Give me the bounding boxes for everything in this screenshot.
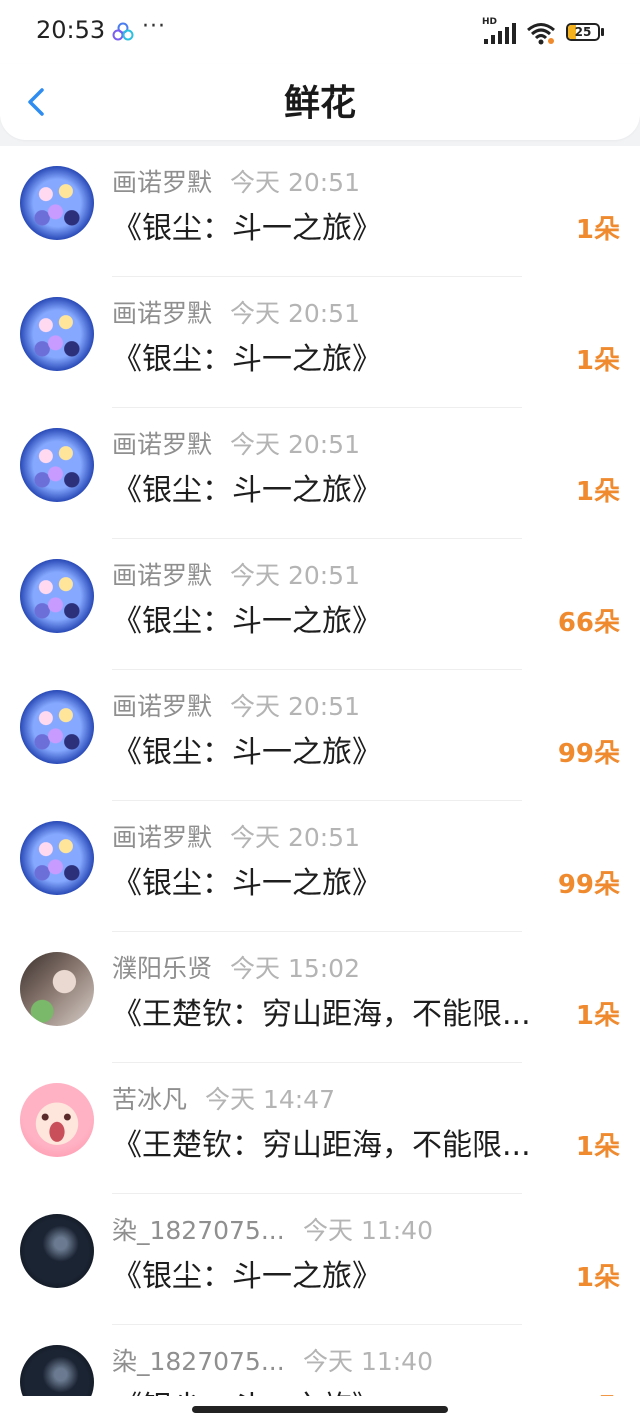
avatar[interactable]: [20, 166, 94, 240]
work-title[interactable]: 《银尘：斗一之旅》: [112, 1256, 564, 1298]
avatar[interactable]: [20, 690, 94, 764]
list-item[interactable]: 画诺罗默 今天 20:51 《银尘：斗一之旅》 1朵: [0, 146, 640, 277]
timestamp: 今天 15:02: [230, 954, 360, 983]
list-item[interactable]: 画诺罗默 今天 20:51 《银尘：斗一之旅》 66朵: [0, 539, 640, 670]
avatar[interactable]: [20, 1083, 94, 1157]
work-title[interactable]: 《王楚钦：穷山距海，不能限...: [112, 1125, 564, 1167]
sender-name[interactable]: 画诺罗默: [112, 690, 212, 724]
battery-level: 25: [574, 25, 592, 39]
status-time: 20:53: [36, 16, 106, 44]
work-title[interactable]: 《银尘：斗一之旅》: [112, 863, 564, 905]
flower-count: 1朵: [575, 346, 620, 376]
home-bar[interactable]: [192, 1406, 448, 1413]
timestamp: 今天 11:40: [303, 1347, 433, 1376]
work-title[interactable]: 《银尘：斗一之旅》: [112, 601, 564, 643]
list-item[interactable]: 染_1827075... 今天 11:40 《银尘：斗一之旅》 1朵: [0, 1194, 640, 1325]
timestamp: 今天 20:51: [230, 430, 360, 459]
flower-count: 99朵: [557, 739, 620, 769]
flower-count: 99朵: [557, 870, 620, 900]
avatar[interactable]: [20, 821, 94, 895]
signal-icon: HD: [482, 18, 516, 45]
list-item[interactable]: 画诺罗默 今天 20:51 《银尘：斗一之旅》 99朵: [0, 670, 640, 801]
list-item[interactable]: 画诺罗默 今天 20:51 《银尘：斗一之旅》 99朵: [0, 801, 640, 932]
sender-name[interactable]: 画诺罗默: [112, 428, 212, 462]
work-title[interactable]: 《银尘：斗一之旅》: [112, 339, 564, 381]
flower-count: 66朵: [557, 608, 620, 638]
avatar[interactable]: [20, 952, 94, 1026]
timestamp: 今天 14:47: [205, 1085, 335, 1114]
list-item[interactable]: 濮阳乐贤 今天 15:02 《王楚钦：穷山距海，不能限... 1朵: [0, 932, 640, 1063]
timestamp: 今天 20:51: [230, 692, 360, 721]
sender-name[interactable]: 画诺罗默: [112, 166, 212, 200]
timestamp: 今天 20:51: [230, 168, 360, 197]
avatar[interactable]: [20, 1214, 94, 1288]
avatar[interactable]: [20, 297, 94, 371]
timestamp: 今天 20:51: [230, 299, 360, 328]
work-title[interactable]: 《银尘：斗一之旅》: [112, 732, 564, 774]
more-notifications-icon: ···: [142, 14, 166, 39]
list-item[interactable]: 苦冰凡 今天 14:47 《王楚钦：穷山距海，不能限... 1朵: [0, 1063, 640, 1194]
timestamp: 今天 11:40: [303, 1216, 433, 1245]
status-bar: 20:53 ··· HD 25: [0, 0, 640, 64]
wifi-icon: [527, 23, 555, 45]
sender-name[interactable]: 苦冰凡: [112, 1083, 187, 1117]
home-indicator: [0, 1396, 640, 1423]
flower-count: 1朵: [575, 1263, 620, 1293]
sender-name[interactable]: 濮阳乐贤: [112, 952, 212, 986]
work-title[interactable]: 《王楚钦：穷山距海，不能限...: [112, 994, 564, 1036]
flower-count: 1朵: [575, 477, 620, 507]
sender-name[interactable]: 画诺罗默: [112, 821, 212, 855]
sender-name[interactable]: 画诺罗默: [112, 297, 212, 331]
sender-name[interactable]: 染_1827075...: [112, 1214, 285, 1248]
flower-count: 1朵: [575, 1001, 620, 1031]
cloud-app-icon: [112, 22, 134, 41]
page-title: 鲜花: [283, 83, 356, 124]
avatar[interactable]: [20, 428, 94, 502]
nav-header: 鲜花: [0, 64, 640, 140]
sender-name[interactable]: 画诺罗默: [112, 559, 212, 593]
flower-list[interactable]: 画诺罗默 今天 20:51 《银尘：斗一之旅》 1朵 画诺罗默 今天 20:51 《银尘：斗…: [0, 146, 640, 1423]
work-title[interactable]: 《银尘：斗一之旅》: [112, 208, 564, 250]
battery-icon: 25: [566, 23, 606, 43]
avatar[interactable]: [20, 559, 94, 633]
timestamp: 今天 20:51: [230, 561, 360, 590]
timestamp: 今天 20:51: [230, 823, 360, 852]
status-icons: HD 25: [482, 18, 606, 46]
list-item[interactable]: 画诺罗默 今天 20:51 《银尘：斗一之旅》 1朵: [0, 408, 640, 539]
list-item[interactable]: 画诺罗默 今天 20:51 《银尘：斗一之旅》 1朵: [0, 277, 640, 408]
flower-count: 1朵: [575, 215, 620, 245]
sender-name[interactable]: 染_1827075...: [112, 1345, 285, 1379]
flower-count: 1朵: [575, 1132, 620, 1162]
work-title[interactable]: 《银尘：斗一之旅》: [112, 470, 564, 512]
